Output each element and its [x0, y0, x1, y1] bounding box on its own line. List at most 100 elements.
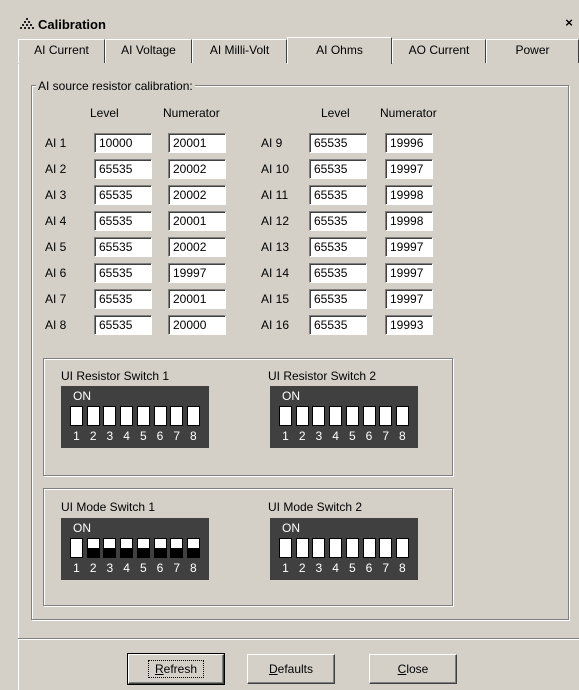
title-bar: Calibration × [18, 14, 579, 34]
defaults-accel: D [268, 662, 278, 676]
ai-8-numerator-input[interactable]: 20000 [168, 315, 226, 335]
tab-ai-ohms[interactable]: AI Ohms [287, 37, 392, 64]
ai-16-numerator-input[interactable]: 19993 [385, 315, 433, 335]
dip-toggle[interactable] [170, 406, 184, 426]
ai-3-numerator-input[interactable]: 20002 [168, 185, 226, 205]
on-label: ON [73, 521, 91, 535]
dip-toggle[interactable] [153, 406, 167, 426]
ai-13-numerator-input[interactable]: 19997 [385, 237, 433, 257]
dip-toggle[interactable] [86, 538, 100, 558]
dip-toggle[interactable] [379, 406, 393, 426]
dip-position-number: 4 [332, 429, 339, 443]
dip-toggle[interactable] [329, 406, 343, 426]
defaults-rest: efaults [277, 662, 314, 676]
ai-8-level-input[interactable]: 65535 [94, 315, 152, 335]
ai-10-level-input[interactable]: 65535 [309, 159, 367, 179]
dip-toggle[interactable] [70, 406, 83, 426]
tab-ao-current[interactable]: AO Current [392, 39, 486, 63]
dip-toggle[interactable] [295, 538, 309, 558]
ai-11-numerator-input[interactable]: 19998 [385, 185, 433, 205]
mode-switch-2[interactable]: ON 1 2 3 4 5 6 7 8 [270, 518, 418, 580]
ai-11-level-input[interactable]: 65535 [309, 185, 367, 205]
tab-power[interactable]: Power [486, 39, 579, 63]
dip-toggle[interactable] [86, 406, 100, 426]
refresh-button[interactable]: Refresh [127, 653, 225, 685]
ai-9-numerator-input[interactable]: 19996 [385, 133, 433, 153]
dip-toggle[interactable] [136, 538, 150, 558]
resistor-switch-1[interactable]: ON 1 2 3 4 5 6 7 8 [61, 386, 209, 448]
ai-7-level-input[interactable]: 65535 [94, 289, 152, 309]
dip-toggle[interactable] [345, 406, 359, 426]
dip-toggle[interactable] [312, 538, 326, 558]
ai-12-numerator-input[interactable]: 19998 [385, 211, 433, 231]
dip-toggle[interactable] [312, 406, 326, 426]
close-button[interactable]: Close [369, 654, 457, 684]
ai-15-numerator-input[interactable]: 19997 [385, 289, 433, 309]
tab-ai-milli-volt[interactable]: AI Milli-Volt [192, 39, 287, 63]
ai-1-level-input[interactable]: 10000 [94, 133, 152, 153]
dip-toggle[interactable] [120, 406, 134, 426]
dip-toggle[interactable] [362, 406, 376, 426]
dip-knob [330, 407, 342, 425]
dip-toggle[interactable] [103, 406, 117, 426]
dip-toggle[interactable] [103, 538, 117, 558]
dip-toggle[interactable] [279, 538, 292, 558]
ai-3-level-input[interactable]: 65535 [94, 185, 152, 205]
resistor-switch-2[interactable]: ON 1 2 3 4 5 6 7 8 [270, 386, 418, 448]
dip-toggle[interactable] [395, 406, 409, 426]
dip-position-number: 6 [156, 429, 164, 443]
ai-13-level-input[interactable]: 65535 [309, 237, 367, 257]
tab-ai-current[interactable]: AI Current [18, 39, 105, 63]
dip-toggle[interactable] [153, 538, 167, 558]
ai-label: AI 15 [261, 292, 290, 306]
ai-6-level-input[interactable]: 65535 [94, 263, 152, 283]
dip-position-number: 6 [365, 561, 373, 575]
ai-ohms-panel: AI source resistor calibration: Level Nu… [18, 64, 579, 690]
defaults-button[interactable]: Defaults [247, 654, 335, 684]
dip-toggle[interactable] [120, 538, 134, 558]
ai-10-numerator-input[interactable]: 19997 [385, 159, 433, 179]
col-numerator-right: Numerator [380, 106, 437, 120]
ai-6-numerator-input[interactable]: 19997 [168, 263, 226, 283]
dip-toggle[interactable] [362, 538, 376, 558]
dip-knob [313, 539, 325, 557]
dip-toggle[interactable] [395, 538, 409, 558]
dip-toggle[interactable] [186, 538, 200, 558]
close-icon[interactable]: × [561, 16, 577, 31]
ai-16-level-input[interactable]: 65535 [309, 315, 367, 335]
dip-knob [187, 407, 199, 425]
tab-ai-voltage[interactable]: AI Voltage [105, 39, 192, 63]
dip-toggle[interactable] [279, 406, 292, 426]
dip-toggle[interactable] [170, 538, 184, 558]
ai-1-numerator-input[interactable]: 20001 [168, 133, 226, 153]
col-numerator-left: Numerator [163, 106, 220, 120]
ai-7-numerator-input[interactable]: 20001 [168, 289, 226, 309]
ai-4-numerator-input[interactable]: 20001 [168, 211, 226, 231]
ai-2-level-input[interactable]: 65535 [94, 159, 152, 179]
ai-14-level-input[interactable]: 65535 [309, 263, 367, 283]
dip-toggle[interactable] [345, 538, 359, 558]
dip-position-number: 4 [123, 429, 130, 443]
ai-15-level-input[interactable]: 65535 [309, 289, 367, 309]
dip-position-number: 5 [139, 561, 147, 575]
col-level-right: Level [321, 106, 350, 120]
mode-switch-1[interactable]: ON 1 2 3 4 5 6 7 8 [61, 518, 209, 580]
refresh-accel: R [154, 662, 164, 676]
ai-2-numerator-input[interactable]: 20002 [168, 159, 226, 179]
ai-9-level-input[interactable]: 65535 [309, 133, 367, 153]
ai-4-level-input[interactable]: 65535 [94, 211, 152, 231]
dip-toggle[interactable] [186, 406, 200, 426]
calibration-window: Calibration × AI Current AI Voltage AI M… [0, 0, 579, 690]
ai-12-level-input[interactable]: 65535 [309, 211, 367, 231]
ai-14-numerator-input[interactable]: 19997 [385, 263, 433, 283]
dip-toggle[interactable] [295, 406, 309, 426]
dip-toggle[interactable] [70, 538, 83, 558]
dip-toggle[interactable] [136, 406, 150, 426]
dip-knob [363, 407, 375, 425]
dip-position-number: 6 [156, 561, 164, 575]
ai-5-level-input[interactable]: 65535 [94, 237, 152, 257]
dip-toggle[interactable] [379, 538, 393, 558]
mode-switch-2-label: UI Mode Switch 2 [268, 500, 363, 514]
dip-toggle[interactable] [329, 538, 343, 558]
ai-5-numerator-input[interactable]: 20002 [168, 237, 226, 257]
